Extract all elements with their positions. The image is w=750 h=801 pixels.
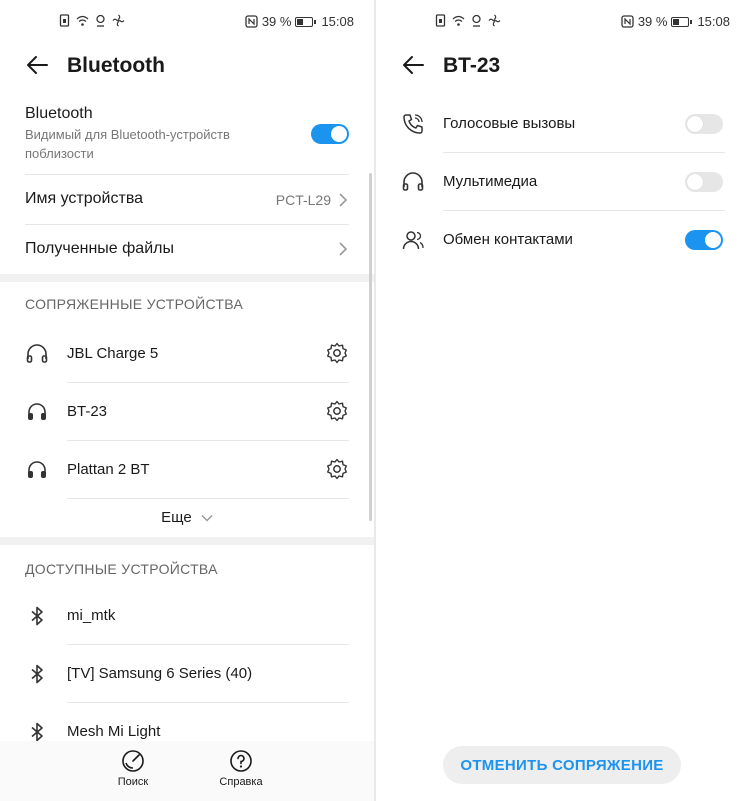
phone-icon: [403, 114, 423, 134]
bluetooth-label: Bluetooth: [25, 105, 93, 122]
list-item[interactable]: JBL Charge 5: [0, 326, 374, 382]
device-name: BT-23: [67, 403, 108, 420]
chevron-right-icon: [339, 242, 348, 256]
search-nav-button[interactable]: Поиск: [103, 749, 163, 788]
device-name-value: PCT-L29: [275, 192, 331, 208]
gear-icon[interactable]: [326, 400, 348, 422]
nfc-icon: [245, 15, 258, 28]
list-item[interactable]: Обмен контактами: [376, 211, 750, 268]
headphones-icon: [402, 172, 424, 191]
received-files-label: Полученные файлы: [25, 240, 174, 257]
bluetooth-icon: [31, 664, 43, 684]
back-arrow-icon[interactable]: [24, 52, 50, 78]
list-item[interactable]: Голосовые вызовы: [376, 95, 750, 152]
switch-knob: [687, 116, 703, 132]
header: Bluetooth: [0, 46, 374, 86]
divider: [67, 498, 349, 499]
battery-icon: [671, 16, 693, 27]
bluetooth-switch[interactable]: [311, 124, 349, 144]
list-item[interactable]: [TV] Samsung 6 Series (40): [0, 646, 374, 702]
gear-icon[interactable]: [326, 458, 348, 480]
device-name: [TV] Samsung 6 Series (40): [67, 665, 253, 682]
divider: [67, 440, 349, 441]
gear-icon[interactable]: [326, 342, 348, 364]
available-section-title: ДОСТУПНЫЕ УСТРОЙСТВА: [25, 561, 218, 577]
scrollbar[interactable]: [369, 173, 372, 521]
contacts-icon: [402, 231, 424, 250]
bluetooth-toggle-row[interactable]: Bluetooth Видимый для Bluetooth-устройст…: [25, 105, 349, 169]
divider: [67, 382, 349, 383]
voice-calls-switch[interactable]: [685, 114, 723, 134]
help-nav-label: Справка: [219, 776, 263, 788]
switch-knob: [687, 174, 703, 190]
paired-section-title: СОПРЯЖЕННЫЕ УСТРОЙСТВА: [25, 296, 244, 312]
status-left-icons: [434, 14, 501, 27]
fan-icon: [488, 14, 501, 27]
unpair-button[interactable]: ОТМЕНИТЬ СОПРЯЖЕНИЕ: [443, 746, 681, 784]
status-bar: 39 % 15:08: [0, 0, 374, 42]
multimedia-switch[interactable]: [685, 172, 723, 192]
header: BT-23: [376, 46, 750, 86]
device-name: Plattan 2 BT: [67, 461, 150, 478]
device-details-screen: 39 % 15:08 BT-23 Голосовые вызовы Мульти…: [376, 0, 750, 801]
headset-icon: [28, 461, 46, 478]
device-name-label: Имя устройства: [25, 190, 144, 207]
nfc-icon: [621, 15, 634, 28]
profile-label: Голосовые вызовы: [443, 115, 576, 132]
section-separator: [0, 537, 374, 545]
radar-search-icon: [122, 750, 144, 772]
status-bar: 39 % 15:08: [376, 0, 750, 42]
device-name: mi_mtk: [67, 607, 116, 624]
device-name: Mesh Mi Light: [67, 723, 161, 740]
status-right-info: 39 % 15:08: [245, 14, 354, 29]
bottom-navigation: Поиск Справка: [0, 741, 374, 801]
list-item[interactable]: Plattan 2 BT: [0, 442, 374, 498]
contact-sharing-switch[interactable]: [685, 230, 723, 250]
battery-icon: [295, 16, 317, 27]
screens: 39 % 15:08 Bluetooth Bluetooth Видимый д…: [0, 0, 750, 801]
help-icon: [230, 750, 252, 772]
device-name-row[interactable]: Имя устройства PCT-L29: [25, 175, 349, 223]
profile-label: Обмен контактами: [443, 231, 573, 248]
page-title: BT-23: [443, 54, 501, 77]
wifi-icon: [76, 15, 89, 26]
bluetooth-settings-screen: 39 % 15:08 Bluetooth Bluetooth Видимый д…: [0, 0, 374, 801]
location-icon: [96, 14, 105, 27]
received-files-row[interactable]: Полученные файлы: [25, 225, 349, 273]
switch-knob: [331, 126, 347, 142]
fan-icon: [112, 14, 125, 27]
list-item[interactable]: Mesh Mi Light: [0, 704, 374, 744]
divider: [67, 644, 349, 645]
bluetooth-subtitle: Видимый для Bluetooth-устройств поблизос…: [25, 127, 230, 161]
status-right-info: 39 % 15:08: [621, 14, 730, 29]
status-time: 15:08: [697, 14, 730, 29]
battery-percent: 39 %: [261, 14, 292, 29]
location-icon: [472, 14, 481, 27]
list-item[interactable]: Мультимедиа: [376, 153, 750, 210]
chevron-right-icon: [339, 193, 348, 207]
profile-label: Мультимедиа: [443, 173, 538, 190]
list-item[interactable]: BT-23: [0, 384, 374, 440]
search-nav-label: Поиск: [117, 776, 149, 788]
list-item[interactable]: mi_mtk: [0, 588, 374, 644]
switch-knob: [705, 232, 721, 248]
status-time: 15:08: [321, 14, 354, 29]
status-left-icons: [58, 14, 125, 27]
back-arrow-icon[interactable]: [400, 52, 426, 78]
more-label: Еще: [161, 509, 192, 526]
divider: [67, 702, 349, 703]
headphones-icon: [26, 344, 48, 363]
page-title: Bluetooth: [67, 54, 165, 77]
bluetooth-icon: [31, 606, 43, 626]
battery-percent: 39 %: [637, 14, 668, 29]
section-separator: [0, 274, 374, 282]
headset-icon: [28, 403, 46, 420]
more-button[interactable]: Еще: [0, 509, 374, 526]
chevron-down-icon: [201, 515, 213, 522]
device-name: JBL Charge 5: [67, 345, 159, 362]
sim-icon: [59, 14, 70, 27]
help-nav-button[interactable]: Справка: [211, 749, 271, 788]
wifi-icon: [452, 15, 465, 26]
sim-icon: [435, 14, 446, 27]
